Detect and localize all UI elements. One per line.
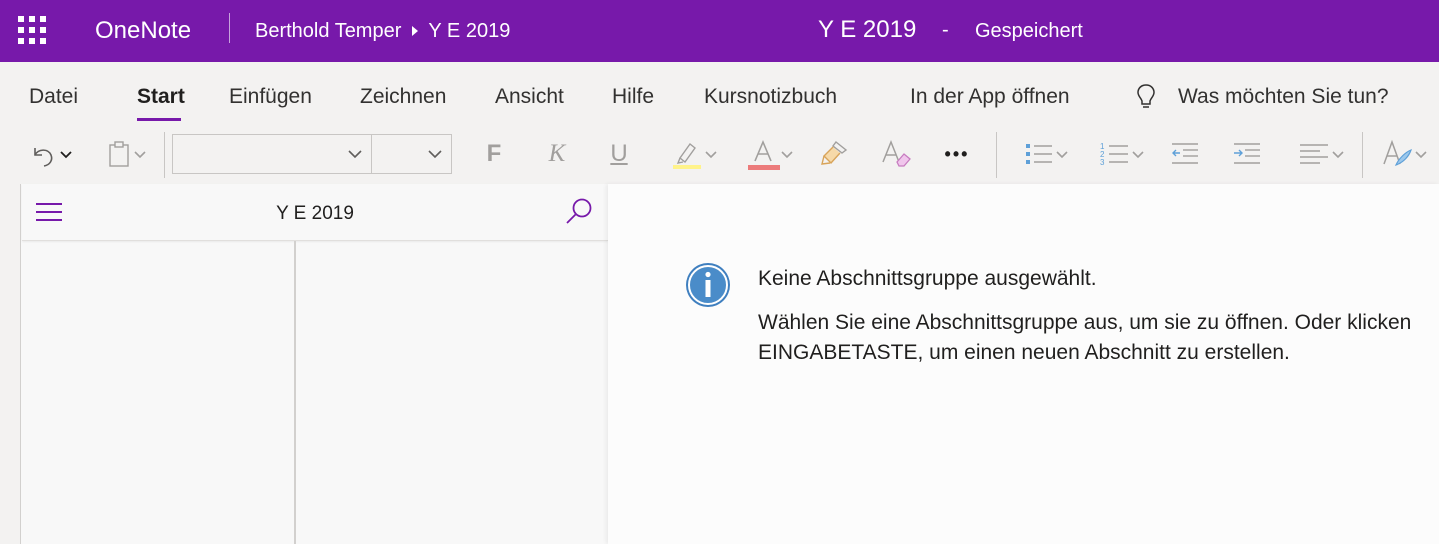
tab-einfuegen[interactable]: Einfügen (229, 84, 312, 110)
bullet-list-button[interactable] (1014, 134, 1076, 174)
page-list[interactable] (296, 242, 608, 544)
ribbon: Datei Start Einfügen Zeichnen Ansicht Hi… (0, 62, 1439, 184)
tab-ansicht[interactable]: Ansicht (495, 84, 564, 110)
align-icon (1300, 144, 1328, 164)
save-status: Gespeichert (975, 20, 1083, 42)
styles-button[interactable] (1380, 134, 1439, 174)
breadcrumb-notebook[interactable]: Y E 2019 (428, 18, 510, 44)
chevron-down-icon (1132, 151, 1144, 159)
tab-kursnotizbuch[interactable]: Kursnotizbuch (704, 84, 837, 110)
tell-me-search[interactable]: Was möchten Sie tun? (1178, 84, 1389, 110)
message-body: Wählen Sie eine Abschnittsgruppe aus, um… (758, 308, 1411, 368)
page-content-area: Keine Abschnittsgruppe ausgewählt. Wähle… (608, 184, 1439, 544)
message-line: Wählen Sie eine Abschnittsgruppe aus, um… (758, 311, 1412, 334)
title-bar: OneNote Berthold Temper Y E 2019 Y E 201… (0, 0, 1439, 62)
chevron-down-icon (705, 151, 717, 159)
toolbar-separator (164, 132, 165, 178)
info-icon (686, 263, 730, 307)
clear-formatting-button[interactable] (876, 134, 916, 174)
undo-button[interactable] (22, 134, 80, 174)
numbered-list-icon: 1 2 3 (1100, 142, 1128, 167)
breadcrumb-chevron-icon (412, 26, 419, 36)
chevron-down-icon (134, 151, 146, 159)
tab-hilfe[interactable]: Hilfe (612, 84, 654, 110)
open-in-app-button[interactable]: In der App öffnen (910, 84, 1070, 110)
increase-indent-icon (1234, 143, 1260, 164)
title-divider (229, 13, 230, 43)
highlight-button[interactable] (664, 134, 724, 174)
title-separator: - (942, 19, 949, 41)
message-line: EINGABETASTE, um einen neuen Abschnitt z… (758, 341, 1290, 364)
bullet-list-icon (1026, 144, 1052, 164)
message-title: Keine Abschnittsgruppe ausgewählt. (758, 267, 1097, 290)
notebook-rail (0, 184, 21, 544)
chevron-down-icon (1332, 151, 1344, 159)
more-options-button[interactable]: ••• (936, 134, 978, 174)
tab-zeichnen[interactable]: Zeichnen (360, 84, 446, 110)
bold-button[interactable]: F (478, 134, 510, 174)
decrease-indent-button[interactable] (1166, 134, 1204, 174)
notebook-title: Y E 2019 (276, 203, 354, 224)
format-painter-icon (821, 141, 848, 165)
toolbar-separator (996, 132, 997, 178)
highlight-icon (673, 142, 701, 169)
search-icon[interactable] (564, 196, 594, 226)
active-tab-indicator (137, 118, 181, 121)
font-color-button[interactable] (740, 134, 800, 174)
chevron-down-icon (428, 150, 442, 159)
chevron-down-icon (1056, 151, 1068, 159)
breadcrumb: Berthold Temper Y E 2019 (255, 18, 510, 44)
numbered-list-button[interactable]: 1 2 3 (1090, 134, 1152, 174)
decrease-indent-icon (1172, 143, 1198, 164)
font-color-icon (748, 139, 780, 170)
navigation-header: Y E 2019 (22, 184, 608, 241)
lightbulb-icon (1137, 84, 1155, 108)
app-name[interactable]: OneNote (95, 16, 191, 46)
tab-datei[interactable]: Datei (29, 84, 78, 110)
toolbar-separator (1362, 132, 1363, 178)
clear-formatting-icon (882, 139, 911, 167)
document-title: Y E 2019 (818, 16, 917, 43)
undo-icon (34, 148, 53, 167)
svg-text:3: 3 (1100, 158, 1105, 167)
increase-indent-button[interactable] (1228, 134, 1266, 174)
chevron-down-icon (348, 150, 362, 159)
chevron-down-icon (781, 151, 793, 159)
breadcrumb-owner[interactable]: Berthold Temper (255, 18, 401, 44)
paste-icon (109, 141, 129, 167)
underline-button[interactable]: U (603, 134, 635, 174)
italic-button[interactable]: K (541, 134, 573, 174)
font-size-select[interactable] (371, 134, 452, 174)
navigation-pane: Y E 2019 (0, 184, 608, 544)
chevron-down-icon (1415, 151, 1427, 159)
chevron-down-icon (60, 151, 72, 159)
section-list[interactable] (22, 242, 294, 544)
styles-icon (1383, 139, 1412, 167)
tab-start[interactable]: Start (137, 84, 185, 110)
format-painter-button[interactable] (814, 134, 854, 174)
font-family-select[interactable] (172, 134, 372, 174)
align-button[interactable] (1290, 134, 1352, 174)
paste-button[interactable] (98, 134, 154, 174)
app-launcher-icon[interactable] (18, 16, 46, 44)
